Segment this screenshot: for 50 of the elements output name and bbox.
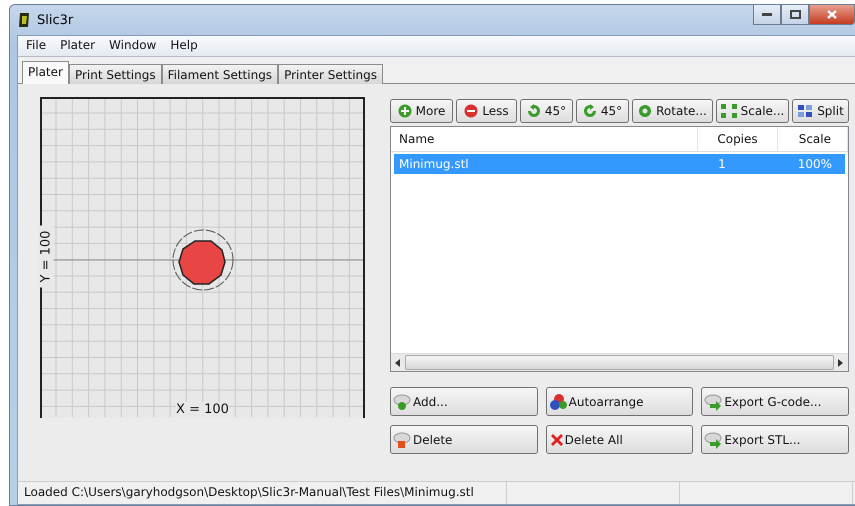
maximize-icon: [790, 10, 800, 19]
scale-icon: [720, 104, 737, 118]
column-header[interactable]: Name: [391, 127, 698, 151]
arrange-icon: [548, 392, 569, 410]
column-header[interactable]: Scale: [778, 127, 848, 151]
status-text: Loaded C:\Users\garyhodgson\Desktop\Slic3r-Manual\Test Files\Minimug.stl: [18, 482, 507, 504]
less-button[interactable]: Less: [456, 99, 517, 123]
export-button[interactable]: Export STL...: [701, 425, 849, 454]
scale-button[interactable]: Scale...: [716, 99, 789, 123]
delete-button[interactable]: Delete: [390, 425, 538, 454]
rotate-button[interactable]: Rotate...: [632, 99, 713, 123]
object-outline[interactable]: [172, 230, 234, 290]
scroll-left-icon[interactable]: [395, 358, 401, 366]
rotate-icon: [638, 104, 652, 118]
window-title: Slic3r: [37, 12, 74, 28]
menu-item[interactable]: File: [26, 38, 46, 54]
tab[interactable]: Print Settings: [68, 64, 162, 84]
delete-icon: [393, 430, 413, 448]
split-button[interactable]: Split: [792, 99, 849, 123]
arrange-button[interactable]: Autoarrange: [546, 387, 694, 416]
column-header[interactable]: Copies: [698, 127, 778, 151]
minus-icon: [464, 104, 478, 118]
export-button[interactable]: Export G-code...: [701, 387, 849, 416]
more-button[interactable]: More: [390, 99, 453, 123]
rotate-right-icon: [582, 104, 597, 118]
menu-item[interactable]: Help: [170, 38, 198, 54]
app-icon: [17, 12, 31, 28]
horizontal-scrollbar[interactable]: [391, 353, 848, 371]
add-icon: [393, 392, 413, 410]
close-button[interactable]: [809, 5, 855, 25]
maximize-button[interactable]: [781, 5, 809, 25]
split-icon: [797, 104, 814, 118]
minimize-button[interactable]: [753, 5, 781, 25]
y-axis-label: Y = 100: [38, 226, 54, 288]
close-icon: [827, 10, 837, 19]
plus-icon: [398, 104, 412, 118]
tab[interactable]: Printer Settings: [278, 64, 384, 84]
rotate-left-icon: [526, 104, 541, 118]
delete-icon: [548, 432, 565, 448]
scroll-right-icon[interactable]: [838, 358, 844, 366]
add-button[interactable]: Add...: [390, 387, 538, 416]
x-axis-label: X = 100: [176, 402, 229, 417]
export-icon: [704, 392, 724, 410]
tab[interactable]: Plater: [22, 61, 69, 86]
delete-all-button[interactable]: Delete All: [546, 425, 694, 454]
tab[interactable]: Filament Settings: [162, 64, 278, 84]
menu-item[interactable]: Window: [109, 38, 156, 54]
export-icon: [704, 430, 724, 448]
minimize-icon: [762, 12, 772, 16]
menu-item[interactable]: Plater: [60, 38, 96, 54]
